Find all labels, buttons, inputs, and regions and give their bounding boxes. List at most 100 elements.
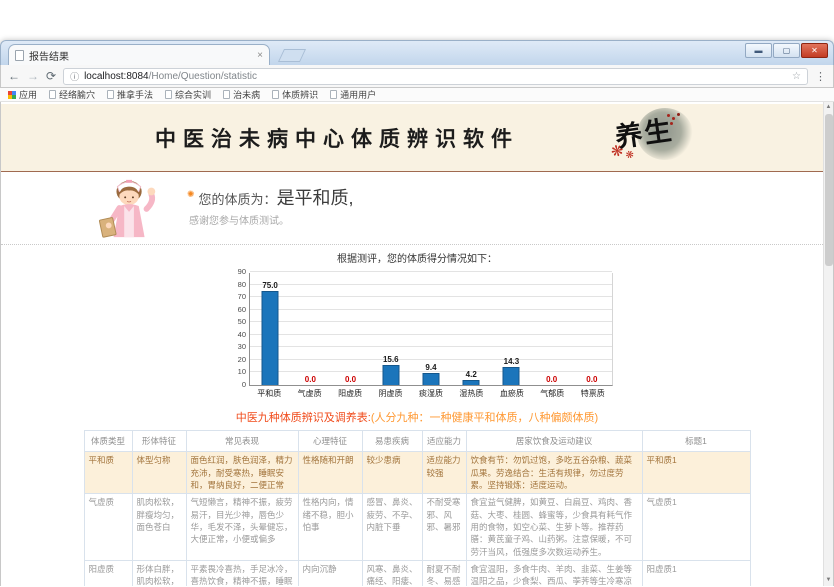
browser-menu-icon[interactable]: ⋮ bbox=[815, 70, 826, 83]
bar-value-label: 4.2 bbox=[451, 370, 491, 379]
bookmark-item[interactable]: 综合实训 bbox=[165, 88, 211, 101]
x-tick-label: 阳虚质 bbox=[330, 388, 370, 399]
constitution-result-line: ✺ 您的体质为： 是平和质, bbox=[187, 184, 354, 210]
page-icon bbox=[223, 90, 230, 99]
bookmark-item[interactable]: 治未病 bbox=[223, 88, 260, 101]
bar-slot: 0.0 bbox=[290, 273, 330, 385]
url-host: localhost:8084 bbox=[84, 71, 149, 82]
table-cell: 阳虚质 bbox=[84, 560, 132, 586]
bar-slot: 0.0 bbox=[330, 273, 370, 385]
result-value-text: 是平和质, bbox=[277, 184, 354, 210]
bookmark-star-icon[interactable]: ☆ bbox=[792, 71, 801, 82]
bar-slot: 0.0 bbox=[572, 273, 612, 385]
table-cell: 面色红润，肤色润泽，精力充沛，耐受寒热，睡眠安和，胃纳良好，二便正常 bbox=[186, 452, 298, 494]
table-title: 中医九种体质辨识及调养表:(人分九种：一种健康平和体质，八种偏颇体质) bbox=[1, 409, 833, 425]
window-controls: ▬ ▢ ✕ bbox=[745, 43, 828, 58]
bar-slot: 14.3 bbox=[491, 273, 531, 385]
y-tick-label: 50 bbox=[226, 317, 246, 326]
table-cell: 饮食有节：勿饥过饱，多吃五谷杂粮、蔬菜瓜果。劳逸结合：生活有规律，勿过度劳累。坚… bbox=[466, 452, 642, 494]
table-cell: 平素畏冷喜热，手足冰冷，喜热饮食，精神不振，睡眠偏多，口唇色淡，毛发易落，易出汗… bbox=[186, 560, 298, 586]
table-row: 平和质体型匀称面色红润，肤色润泽，精力充沛，耐受寒热，睡眠安和，胃纳良好，二便正… bbox=[84, 452, 750, 494]
bar bbox=[463, 380, 480, 385]
page-title: 中医治未病中心体质辨识软件 bbox=[1, 104, 673, 171]
bookmark-item[interactable]: 体质辨识 bbox=[272, 88, 318, 101]
page-icon bbox=[165, 90, 172, 99]
back-icon[interactable]: ← bbox=[8, 70, 20, 82]
bookmark-label: 体质辨识 bbox=[282, 88, 318, 101]
table-cell: 阳虚质1 bbox=[642, 560, 750, 586]
y-tick-label: 20 bbox=[226, 355, 246, 364]
y-tick-label: 60 bbox=[226, 305, 246, 314]
bookmark-item[interactable]: 应用 bbox=[8, 88, 37, 101]
address-bar[interactable]: ⓘ localhost:8084/Home/Question/statistic… bbox=[63, 68, 808, 85]
nurse-illustration bbox=[95, 176, 167, 240]
table-body: 平和质体型匀称面色红润，肤色润泽，精力充沛，耐受寒热，睡眠安和，胃纳良好，二便正… bbox=[84, 452, 750, 586]
table-header-cell: 体质类型 bbox=[84, 431, 132, 452]
refresh-icon[interactable]: ⟳ bbox=[46, 70, 56, 82]
window-close-button[interactable]: ✕ bbox=[801, 43, 828, 58]
tab-favicon-icon bbox=[15, 50, 24, 61]
bar-value-label: 9.4 bbox=[411, 363, 451, 372]
dotted-divider bbox=[1, 244, 833, 245]
chart-title: 根据测评，您的体质得分情况如下： bbox=[221, 250, 613, 265]
x-tick-label: 气虚质 bbox=[289, 388, 329, 399]
tab-close-icon[interactable]: × bbox=[257, 50, 263, 61]
bar-slot: 4.2 bbox=[451, 273, 491, 385]
table-cell: 气虚质 bbox=[84, 494, 132, 561]
bookmark-item[interactable]: 通用用户 bbox=[330, 88, 376, 101]
chart-x-labels: 平和质气虚质阳虚质阴虚质痰湿质湿热质血瘀质气郁质特禀质 bbox=[249, 388, 613, 399]
scrollbar-thumb[interactable] bbox=[825, 114, 833, 266]
table-cell: 适应能力较强 bbox=[422, 452, 466, 494]
y-tick-label: 70 bbox=[226, 292, 246, 301]
scroll-down-icon[interactable]: ▼ bbox=[824, 575, 833, 586]
table-cell: 食宜益气健脾，如黄豆、白扁豆、鸡肉、香菇、大枣、桂圆、蜂蜜等，少食具有耗气作用的… bbox=[466, 494, 642, 561]
y-tick-label: 40 bbox=[226, 330, 246, 339]
chart-plot-area: 0102030405060708090 75.00.00.015.69.44.2… bbox=[249, 273, 613, 386]
bar-slot: 15.6 bbox=[371, 273, 411, 385]
page-icon bbox=[330, 90, 337, 99]
table-row: 气虚质肌肉松软，胖瘦均匀，面色苍白气短懒言，精神不振，疲劳易汗，目光少神，唇色少… bbox=[84, 494, 750, 561]
y-tick-label: 10 bbox=[226, 367, 246, 376]
table-title-main: 中医九种体质辨识及调养表: bbox=[236, 412, 371, 424]
y-tick-label: 30 bbox=[226, 342, 246, 351]
table-header-cell: 适应能力 bbox=[422, 431, 466, 452]
table-cell: 较少患病 bbox=[362, 452, 422, 494]
table-header-cell: 易患疾病 bbox=[362, 431, 422, 452]
scroll-up-icon[interactable]: ▲ bbox=[824, 102, 833, 113]
bookmarks-list: 应用 经络腧穴 推拿手法 综合实训治未病 体质辨识通用用户 bbox=[8, 88, 376, 101]
bookmarks-bar: 应用 经络腧穴 推拿手法 综合实训治未病 体质辨识通用用户 bbox=[0, 88, 834, 102]
window-maximize-button[interactable]: ▢ bbox=[773, 43, 800, 58]
table-cell: 不耐受寒邪、风邪、暑邪 bbox=[422, 494, 466, 561]
table-title-sub: (人分九种：一种健康平和体质，八种偏颇体质) bbox=[371, 412, 598, 424]
table-cell: 耐夏不耐冬、易感湿邪 bbox=[422, 560, 466, 586]
bookmark-label: 经络腧穴 bbox=[59, 88, 95, 101]
table-cell: 性格内向，情绪不稳，胆小怕事 bbox=[298, 494, 362, 561]
table-cell: 体型匀称 bbox=[132, 452, 186, 494]
bar-value-label: 15.6 bbox=[371, 355, 411, 364]
bar bbox=[382, 365, 399, 385]
table-header-cell: 标题1 bbox=[642, 431, 750, 452]
forward-icon[interactable]: → bbox=[27, 70, 39, 82]
table-header-cell: 常见表现 bbox=[186, 431, 298, 452]
x-tick-label: 气郁质 bbox=[532, 388, 572, 399]
yangsheng-seal-logo: 养生 ❋ ❋ bbox=[605, 104, 715, 170]
y-tick-label: 0 bbox=[226, 380, 246, 389]
table-cell: 气虚质1 bbox=[642, 494, 750, 561]
bookmark-label: 综合实训 bbox=[175, 88, 211, 101]
new-tab-button[interactable] bbox=[278, 49, 306, 62]
bookmark-label: 推拿手法 bbox=[117, 88, 153, 101]
page-info-icon[interactable]: ⓘ bbox=[70, 70, 79, 83]
table-header-cell: 形体特征 bbox=[132, 431, 186, 452]
sun-badge-icon: ✺ bbox=[187, 189, 195, 200]
vertical-scrollbar[interactable]: ▲ ▼ bbox=[823, 102, 833, 586]
window-minimize-button[interactable]: ▬ bbox=[745, 43, 772, 58]
url-text: localhost:8084/Home/Question/statistic bbox=[84, 71, 257, 82]
bookmark-item[interactable]: 推拿手法 bbox=[107, 88, 153, 101]
table-header-cell: 心理特征 bbox=[298, 431, 362, 452]
bookmark-item[interactable]: 经络腧穴 bbox=[49, 88, 95, 101]
y-tick-label: 90 bbox=[226, 267, 246, 276]
table-cell: 内向沉静 bbox=[298, 560, 362, 586]
bar-slot: 75.0 bbox=[250, 273, 290, 385]
browser-tab[interactable]: 报告结果 × bbox=[8, 44, 270, 65]
page-header-banner: 中医治未病中心体质辨识软件 养生 ❋ ❋ bbox=[1, 104, 833, 172]
